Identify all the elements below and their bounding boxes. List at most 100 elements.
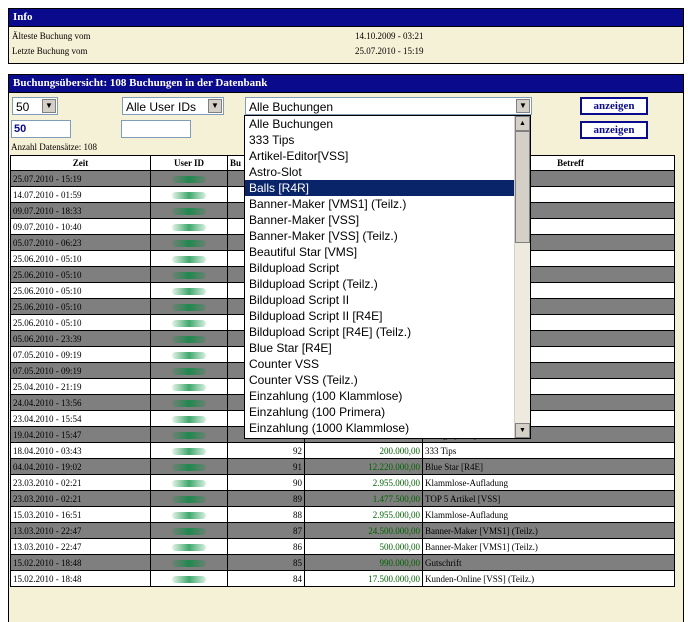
cell-user-id xyxy=(150,362,228,379)
cell-user-id xyxy=(150,298,228,315)
dropdown-option[interactable]: Balls [R4R] xyxy=(245,180,530,196)
cell-user-id xyxy=(150,266,228,283)
dropdown-option[interactable]: 333 Tips xyxy=(245,132,530,148)
cell-user-id xyxy=(150,314,228,331)
cell-booking-number: 87 xyxy=(227,522,305,539)
dropdown-option[interactable]: Blue Star [R4E] xyxy=(245,340,530,356)
cell-time: 14.07.2010 - 01:59 xyxy=(10,186,151,203)
redacted-user-id xyxy=(172,223,206,231)
cell-time: 19.04.2010 - 15:47 xyxy=(10,426,151,443)
cell-amount: 12.220.000,00 xyxy=(304,458,423,475)
cell-user-id xyxy=(150,410,228,427)
user-id-input[interactable] xyxy=(121,120,191,138)
dropdown-option[interactable]: Counter VSS (Teilz.) xyxy=(245,372,530,388)
user-select-value: Alle User IDs xyxy=(126,100,197,114)
cell-amount: 2.955.000,00 xyxy=(304,474,423,491)
redacted-user-id xyxy=(172,239,206,247)
cell-user-id xyxy=(150,282,228,299)
cell-user-id xyxy=(150,554,228,571)
booking-type-dropdown-list[interactable]: Alle Buchungen 333 Tips Artikel-Editor[VSS… xyxy=(244,115,531,439)
cell-time: 25.06.2010 - 05:10 xyxy=(10,250,151,267)
cell-amount: 500.000,00 xyxy=(304,538,423,555)
cell-user-id xyxy=(150,426,228,443)
dropdown-option[interactable]: Bildupload Script II [R4E] xyxy=(245,308,530,324)
cell-time: 18.04.2010 - 03:43 xyxy=(10,442,151,459)
limit-input[interactable]: 50 xyxy=(11,120,71,138)
show-button-1[interactable]: anzeigen xyxy=(580,97,648,115)
cell-booking-number: 88 xyxy=(227,506,305,523)
dropdown-option[interactable]: Banner-Maker [VMS1] (Teilz.) xyxy=(245,196,530,212)
cell-time: 25.04.2010 - 21:19 xyxy=(10,378,151,395)
column-header-user-id[interactable]: User ID xyxy=(150,155,228,171)
chevron-down-icon[interactable]: ▼ xyxy=(208,99,222,113)
info-title: Info xyxy=(9,9,683,27)
cell-booking-number: 90 xyxy=(227,474,305,491)
dropdown-option[interactable]: Banner-Maker [VSS] (Teilz.) xyxy=(245,228,530,244)
cell-user-id xyxy=(150,506,228,523)
dropdown-option[interactable]: Astro-Slot xyxy=(245,164,530,180)
cell-user-id xyxy=(150,186,228,203)
cell-subject: Klammlose-Aufladung xyxy=(422,474,675,491)
info-value: 25.07.2010 - 15:19 xyxy=(355,46,424,56)
redacted-user-id xyxy=(172,383,206,391)
cell-amount: 24.500.000,00 xyxy=(304,522,423,539)
dropdown-option[interactable]: Artikel-Editor[VSS] xyxy=(245,148,530,164)
cell-booking-number: 92 xyxy=(227,442,305,459)
redacted-user-id xyxy=(172,287,206,295)
chevron-down-icon[interactable]: ▼ xyxy=(516,99,530,113)
cell-time: 09.07.2010 - 10:40 xyxy=(10,218,151,235)
dropdown-option[interactable]: Bildupload Script xyxy=(245,260,530,276)
show-button-2[interactable]: anzeigen xyxy=(580,121,648,139)
cell-user-id xyxy=(150,202,228,219)
dropdown-option[interactable]: Einzahlung (100 Primera) xyxy=(245,404,530,420)
chevron-up-icon[interactable]: ▲ xyxy=(515,116,530,131)
dropdown-option[interactable]: Bildupload Script [R4E] (Teilz.) xyxy=(245,324,530,340)
dropdown-option[interactable]: Counter VSS xyxy=(245,356,530,372)
dropdown-scrollbar[interactable]: ▲ ▼ xyxy=(514,116,530,438)
info-label: Älteste Buchung vom xyxy=(12,31,91,41)
redacted-user-id xyxy=(172,431,206,439)
redacted-user-id xyxy=(172,575,206,583)
dropdown-option[interactable]: Alle Buchungen xyxy=(245,116,530,132)
redacted-user-id xyxy=(172,463,206,471)
dropdown-option[interactable]: Einzahlung (100 Klammlose) xyxy=(245,388,530,404)
cell-time: 07.05.2010 - 09:19 xyxy=(10,362,151,379)
chevron-down-icon[interactable]: ▼ xyxy=(42,99,56,113)
table-row: 13.03.2010 - 22:47 86 500.000,00 Banner-Mak… xyxy=(10,538,675,555)
redacted-user-id xyxy=(172,367,206,375)
cell-amount: 17.500.000,00 xyxy=(304,570,423,587)
dropdown-option[interactable]: Bildupload Script II xyxy=(245,292,530,308)
table-row: 15.02.2010 - 18:48 85 990.000,00 Gutschrift xyxy=(10,554,675,571)
cell-time: 05.07.2010 - 06:23 xyxy=(10,234,151,251)
cell-time: 25.06.2010 - 05:10 xyxy=(10,282,151,299)
column-header-time[interactable]: Zeit xyxy=(10,155,151,171)
limit-select-value: 50 xyxy=(16,100,30,114)
redacted-user-id xyxy=(172,479,206,487)
dropdown-option[interactable]: Bildupload Script (Teilz.) xyxy=(245,276,530,292)
redacted-user-id xyxy=(172,303,206,311)
redacted-user-id xyxy=(172,255,206,263)
cell-time: 25.06.2010 - 05:10 xyxy=(10,266,151,283)
cell-user-id xyxy=(150,474,228,491)
table-row: 15.02.2010 - 18:48 84 17.500.000,00 Kunden-… xyxy=(10,570,675,587)
cell-subject: Klammlose-Aufladung xyxy=(422,506,675,523)
scrollbar-thumb[interactable] xyxy=(515,131,530,243)
redacted-user-id xyxy=(172,319,206,327)
table-row: 23.03.2010 - 02:21 89 1.477.500,00 TOP 5 Ar… xyxy=(10,490,675,507)
chevron-down-icon[interactable]: ▼ xyxy=(515,423,530,438)
cell-amount: 990.000,00 xyxy=(304,554,423,571)
dropdown-option[interactable]: Banner-Maker [VSS] xyxy=(245,212,530,228)
dropdown-option[interactable]: Beautiful Star [VMS] xyxy=(245,244,530,260)
booking-type-select-value: Alle Buchungen xyxy=(249,100,334,114)
booking-type-select[interactable]: Alle Buchungen ▼ xyxy=(245,97,532,115)
cell-subject: Blue Star [R4E] xyxy=(422,458,675,475)
cell-time: 05.06.2010 - 23:39 xyxy=(10,330,151,347)
user-select[interactable]: Alle User IDs ▼ xyxy=(122,97,224,115)
cell-subject: Banner-Maker [VMS1] (Teilz.) xyxy=(422,538,675,555)
dropdown-option[interactable]: Einzahlung (1000 Klammlose) xyxy=(245,420,530,436)
limit-select[interactable]: 50 ▼ xyxy=(12,97,58,115)
cell-user-id xyxy=(150,330,228,347)
cell-booking-number: 91 xyxy=(227,458,305,475)
cell-user-id xyxy=(150,170,228,187)
table-row: 15.03.2010 - 16:51 88 2.955.000,00 Klammlos… xyxy=(10,506,675,523)
